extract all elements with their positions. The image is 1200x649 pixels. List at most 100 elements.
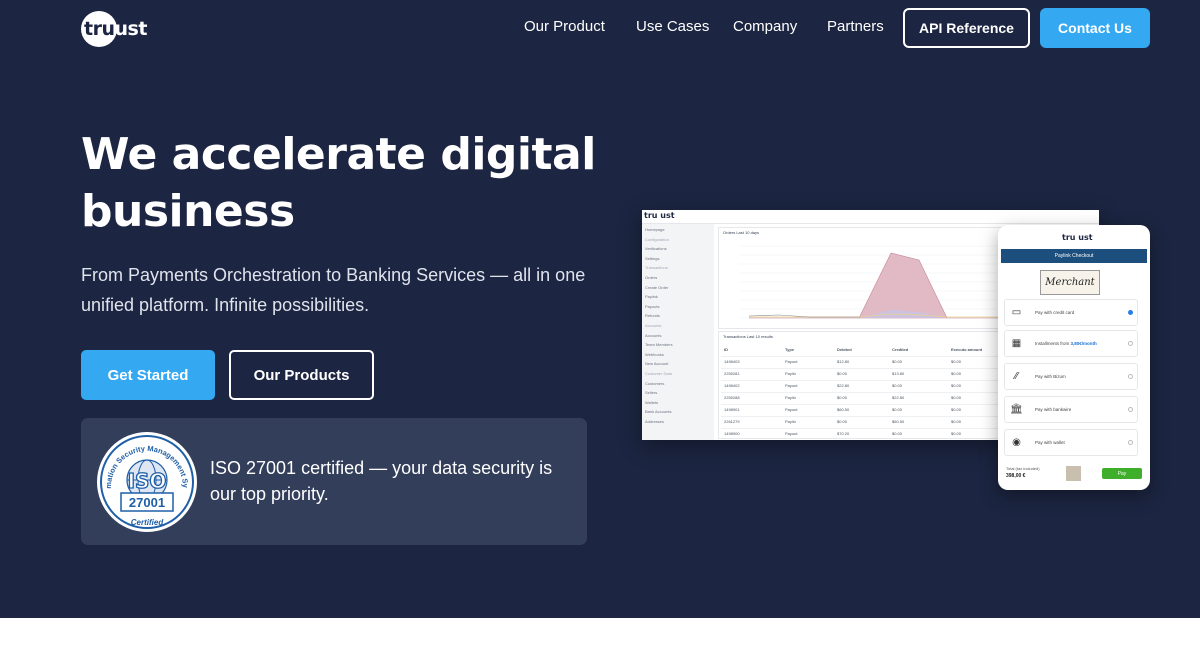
table-header-cell: ID [724,347,728,352]
sidebar-section-header: Accounts [645,323,662,328]
table-cell: 1498402 [724,383,740,388]
pay-option-credit-card[interactable]: ▭ Pay with credit card [1004,299,1138,326]
table-cell: $13.80 [892,371,905,376]
hero-section: truust Our Product Use Cases Company Par… [0,0,1200,618]
radio-unselected[interactable] [1128,440,1133,445]
pay-option-label: Pay with bankwire [1035,407,1072,412]
badge-iso-text: ISO [128,469,167,493]
table-cell: Paylin [785,419,796,424]
pay-option-label: Installments from [1035,341,1070,346]
iso-certification-card: Information Security Management System I… [81,418,587,545]
contact-us-button[interactable]: Contact Us [1040,8,1150,48]
sidebar-item[interactable]: Bank Accounts [645,409,671,414]
badge-number-text: 27001 [129,495,165,510]
sidebar-item[interactable]: Accounts [645,333,661,338]
sidebar-item[interactable]: Create Order [645,285,668,290]
table-cell: $0.00 [951,407,962,412]
sidebar-item[interactable]: Settings [645,256,659,261]
table-cell: $0.00 [951,359,962,364]
product-thumbnail [1066,466,1081,481]
hero-title: We accelerate digital business [81,129,596,237]
pay-button[interactable]: Pay [1102,468,1142,479]
total-label: Total (tax included) [1006,466,1040,471]
radio-unselected[interactable] [1128,374,1133,379]
table-cell: $12.80 [837,359,850,364]
sidebar-section-header: Configuration [645,236,669,242]
sidebar-item[interactable]: Team Members [645,342,673,347]
hero-subtitle: From Payments Orchestration to Banking S… [81,265,586,315]
our-products-button[interactable]: Our Products [229,350,374,400]
sidebar-item[interactable]: Addresses [645,419,664,424]
logo-suffix: ust [114,18,147,40]
table-cell: 1498403 [724,359,740,364]
wallet-icon: ◉ [1012,437,1021,448]
iso-text: ISO 27001 certified — your data security… [210,458,553,504]
table-cell: $0.00 [892,383,903,388]
table-cell: $0.00 [892,359,903,364]
table-header-cell: Type [785,347,795,352]
sidebar-item[interactable]: Paylink [645,294,658,299]
table-cell: $60.50 [892,419,905,424]
nav-our-product[interactable]: Our Product [524,18,605,35]
table-header-cell: Credited [892,347,909,352]
sidebar-item[interactable]: Orders [645,275,657,280]
sidebar-item[interactable]: Wallets [645,400,658,405]
checkout-phone-mockup: tru ust Paylink Checkout Merchant ▭ Pay … [998,225,1150,490]
pay-option-wallet[interactable]: ◉ Pay with wallet [1004,429,1138,456]
table-cell: $22.80 [892,395,905,400]
pay-option-bizum[interactable]: ⁄⁄ Pay with Bizum [1004,363,1138,390]
sidebar-item[interactable]: Refunds [645,313,660,318]
table-cell: Payout [785,431,798,436]
table-cell: $0.00 [951,383,962,388]
sidebar-item[interactable]: Homepage [645,227,665,232]
sidebar-item[interactable]: Payouts [645,304,659,309]
dashboard-topbar: tru ust [642,210,1099,224]
nav-use-cases[interactable]: Use Cases [636,18,709,35]
sidebar-item[interactable]: New Account [645,361,668,366]
installments-icon: ▦ [1011,338,1022,349]
table-cell: $0.00 [837,371,848,376]
sidebar-item[interactable]: Customers [645,381,664,386]
table-cell: 2255288 [724,395,740,400]
radio-unselected[interactable] [1128,407,1133,412]
table-cell: $0.00 [951,371,962,376]
table-cell: Payout [785,407,798,412]
table-cell: $0.00 [951,419,962,424]
sidebar-item[interactable]: Sellers [645,390,657,395]
table-cell: $0.00 [837,419,848,424]
nav-company[interactable]: Company [733,18,797,35]
sidebar-item[interactable]: Webhooks [645,352,664,357]
radio-selected[interactable] [1128,310,1133,315]
brand-logo[interactable]: truust [81,11,147,47]
pay-option-label: Pay with Bizum [1035,374,1066,379]
installments-amount: 3,80€/month [1070,341,1097,346]
table-cell: Payout [785,383,798,388]
table-cell: $0.00 [951,395,962,400]
api-reference-button[interactable]: API Reference [903,8,1030,48]
merchant-logo: Merchant [1040,270,1100,295]
table-cell: 2255281 [724,371,740,376]
bizum-icon: ⁄⁄ [1014,371,1019,382]
checkout-header: Paylink Checkout [1001,249,1147,263]
table-cell: $70.20 [837,431,850,436]
sidebar-item[interactable]: Verifications [645,246,667,251]
pay-option-bankwire[interactable]: 🏛 Pay with bankwire [1004,396,1138,423]
bank-icon: 🏛 [1010,404,1023,415]
table-cell: $0.00 [892,431,903,436]
table-header-cell: Debited [837,347,852,352]
radio-unselected[interactable] [1128,341,1133,346]
page-below-fold [0,618,1200,649]
table-cell: 1498900 [724,431,740,436]
get-started-button[interactable]: Get Started [81,350,215,400]
table-cell: 2261279 [724,419,740,424]
checkout-logo: tru ust [1062,233,1093,242]
table-cell: Paylin [785,371,796,376]
table-cell: Paylin [785,395,796,400]
table-cell: Payout [785,359,798,364]
sidebar-section-header: Customer Data [645,371,672,376]
pay-option-installments[interactable]: ▦ Installments from 3,80€/month [1004,330,1138,357]
table-cell: $60.50 [837,407,850,412]
logo-prefix: tru [84,18,115,40]
nav-partners[interactable]: Partners [827,18,884,35]
table-cell: 1498901 [724,407,740,412]
